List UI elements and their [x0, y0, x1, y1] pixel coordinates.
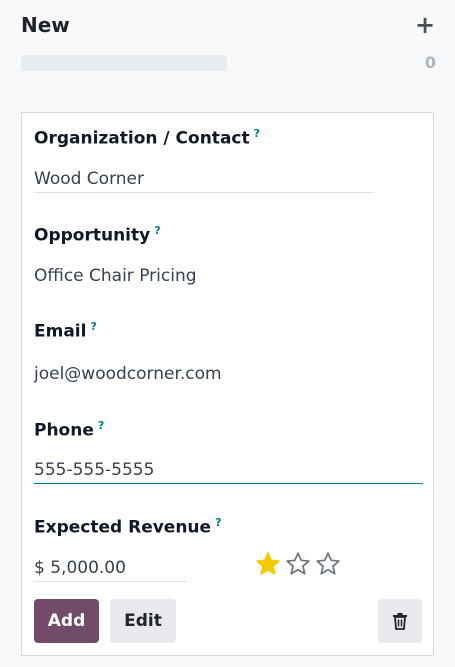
- help-icon[interactable]: ?: [215, 516, 221, 529]
- phone-field[interactable]: 555-555-5555: [34, 456, 423, 484]
- expected-revenue-field[interactable]: $ 5,000.00: [34, 554, 187, 582]
- column-progress-bar[interactable]: [21, 55, 227, 71]
- email-field[interactable]: joel@woodcorner.com: [34, 360, 414, 388]
- delete-button[interactable]: [378, 599, 422, 643]
- opportunity-field[interactable]: Office Chair Pricing: [34, 262, 414, 290]
- organization-field[interactable]: Wood Corner: [34, 165, 374, 193]
- column-count: 0: [424, 53, 436, 72]
- star-filled-icon[interactable]: [255, 551, 281, 577]
- kanban-column-header: New + 0: [0, 0, 455, 100]
- quick-create-card: Organization / Contact? Wood Corner Oppo…: [21, 112, 434, 656]
- star-empty-icon[interactable]: [315, 551, 341, 577]
- phone-label: Phone?: [34, 419, 105, 441]
- plus-icon[interactable]: +: [413, 10, 437, 40]
- add-button[interactable]: Add: [34, 599, 99, 643]
- star-empty-icon[interactable]: [285, 551, 311, 577]
- trash-icon: [393, 613, 407, 630]
- opportunity-label: Opportunity?: [34, 224, 161, 246]
- help-icon[interactable]: ?: [98, 419, 104, 432]
- expected-revenue-label: Expected Revenue?: [34, 516, 222, 538]
- help-icon[interactable]: ?: [90, 320, 96, 333]
- organization-label: Organization / Contact?: [34, 127, 261, 149]
- help-icon[interactable]: ?: [254, 127, 260, 140]
- column-title: New: [21, 13, 70, 37]
- priority-stars[interactable]: [255, 551, 345, 579]
- email-label: Email?: [34, 320, 97, 342]
- help-icon[interactable]: ?: [154, 224, 160, 237]
- edit-button[interactable]: Edit: [110, 599, 176, 643]
